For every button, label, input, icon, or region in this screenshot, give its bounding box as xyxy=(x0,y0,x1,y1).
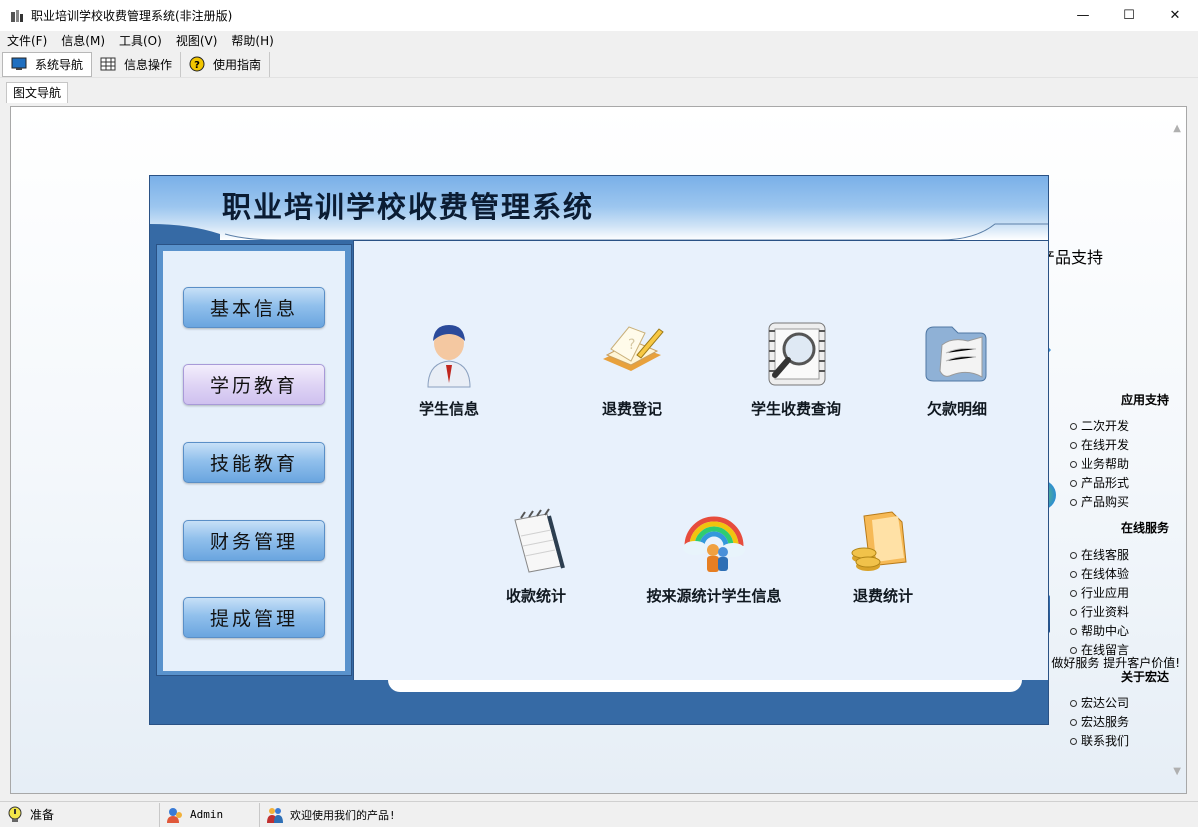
link-business-help[interactable]: 业务帮助 xyxy=(1070,455,1129,472)
menu-bar: 文件(F) 信息(M) 工具(O) 视图(V) 帮助(H) xyxy=(0,31,1198,51)
status-user-cell: Admin xyxy=(160,802,260,827)
info-operation-button[interactable]: 信息操作 xyxy=(92,51,182,77)
tile-receipt-stats-label: 收款统计 xyxy=(505,587,566,605)
tab-graphic-nav[interactable]: 图文导航 xyxy=(6,82,69,103)
user-guide-label: 使用指南 xyxy=(213,57,262,72)
section-online-service: 在线服务 xyxy=(1120,521,1169,535)
svg-text:?: ? xyxy=(194,60,200,71)
tile-source-stats-label: 按来源统计学生信息 xyxy=(646,587,782,605)
status-user-text: Admin xyxy=(190,808,224,821)
tile-student-info[interactable]: 学生信息 xyxy=(384,319,514,419)
tile-refund-register[interactable]: ? 退费登记 xyxy=(567,319,697,419)
link-industry-docs[interactable]: 行业资料 xyxy=(1070,603,1129,620)
menu-tools[interactable]: 工具(O) xyxy=(112,31,169,51)
svg-text:?: ? xyxy=(628,337,635,353)
status-welcome-cell: 欢迎使用我们的产品! xyxy=(260,803,396,827)
tile-fee-query[interactable]: 学生收费查询 xyxy=(731,319,861,419)
app-icon xyxy=(11,9,23,22)
link-online-dev[interactable]: 在线开发 xyxy=(1070,436,1129,453)
grid-icon xyxy=(100,57,116,71)
menu-view[interactable]: 视图(V) xyxy=(169,31,225,51)
close-button[interactable]: ✕ xyxy=(1152,0,1198,31)
nav-academic-edu-button[interactable]: 学历教育 xyxy=(183,364,325,405)
user-icon xyxy=(167,807,182,823)
minimize-button[interactable]: — xyxy=(1060,0,1106,31)
nav-basic-info-button[interactable]: 基本信息 xyxy=(183,287,325,328)
module-nav-panel: 基本信息 学历教育 技能教育 财务管理 提成管理 xyxy=(156,244,352,676)
menu-file[interactable]: 文件(F) xyxy=(0,31,54,51)
section-app-support: 应用支持 xyxy=(1120,393,1169,407)
status-ready-cell: 准备 xyxy=(0,802,160,827)
tile-arrears-detail-label: 欠款明细 xyxy=(926,400,987,418)
info-operation-label: 信息操作 xyxy=(124,57,173,72)
link-industry-apps[interactable]: 行业应用 xyxy=(1070,584,1129,601)
status-bar: 准备 Admin 欢迎使用我们的产品! xyxy=(0,801,1198,827)
user-guide-button[interactable]: ? 使用指南 xyxy=(181,51,271,77)
window-title: 职业培训学校收费管理系统(非注册版) xyxy=(31,9,233,23)
tip-bulb-icon xyxy=(8,806,22,822)
tile-student-info-label: 学生信息 xyxy=(418,400,479,418)
link-secondary-dev[interactable]: 二次开发 xyxy=(1070,417,1129,434)
link-online-trial[interactable]: 在线体验 xyxy=(1070,565,1129,582)
system-title: 职业培训学校收费管理系统 xyxy=(222,190,595,224)
help-icon: ? xyxy=(189,56,205,72)
title-bar: 职业培训学校收费管理系统(非注册版) — ☐ ✕ xyxy=(0,0,1198,31)
system-nav-button[interactable]: 系统导航 xyxy=(2,51,93,77)
fee-query-icon xyxy=(768,322,826,386)
monitor-icon xyxy=(11,57,27,70)
tab-strip: 图文导航 xyxy=(0,82,1198,103)
menu-info[interactable]: 信息(M) xyxy=(54,31,112,51)
link-company[interactable]: 宏达公司 xyxy=(1070,694,1129,711)
arrears-detail-icon xyxy=(925,326,987,382)
link-contact-us[interactable]: 联系我们 xyxy=(1070,732,1129,749)
tile-refund-register-label: 退费登记 xyxy=(601,400,662,418)
status-welcome-text: 欢迎使用我们的产品! xyxy=(290,808,396,822)
student-icon xyxy=(427,325,471,388)
nav-skill-edu-button[interactable]: 技能教育 xyxy=(183,442,325,483)
link-product-purchase[interactable]: 产品购买 xyxy=(1070,493,1129,510)
tile-source-stats[interactable]: 按来源统计学生信息 xyxy=(629,506,799,606)
source-stats-icon xyxy=(683,516,745,572)
tile-refund-stats[interactable]: 退费统计 xyxy=(818,506,948,606)
tile-arrears-detail[interactable]: 欠款明细 xyxy=(892,319,1022,419)
system-nav-label: 系统导航 xyxy=(35,57,84,72)
link-services[interactable]: 宏达服务 xyxy=(1070,713,1129,730)
function-icon-panel: 学生信息 ? 退费登记 学生收费查询 欠款明细 收款统计 按来源统计学生信息 退… xyxy=(353,240,1048,680)
link-product-form[interactable]: 产品形式 xyxy=(1070,474,1129,491)
tile-refund-stats-label: 退费统计 xyxy=(852,587,913,605)
status-ready-text: 准备 xyxy=(30,808,55,822)
users-group-icon xyxy=(267,807,283,823)
maximize-button[interactable]: ☐ xyxy=(1106,0,1152,31)
module-nav-inner: 基本信息 学历教育 技能教育 财务管理 提成管理 xyxy=(163,251,345,671)
tile-receipt-stats[interactable]: 收款统计 xyxy=(471,506,601,606)
navigation-header: 职业培训学校收费管理系统 xyxy=(150,176,1048,240)
menu-help[interactable]: 帮助(H) xyxy=(224,31,280,51)
tile-fee-query-label: 学生收费查询 xyxy=(750,400,841,418)
refund-stats-icon xyxy=(851,511,907,571)
toolbar: 系统导航 信息操作 ? 使用指南 xyxy=(0,51,1198,78)
receipt-stats-icon xyxy=(514,508,565,573)
scroll-down-icon[interactable]: ▼ xyxy=(1173,766,1181,777)
navigation-window: 职业培训学校收费管理系统 基本信息 学历教育 技能教育 财务管理 提成管理 学生… xyxy=(149,175,1049,725)
refund-register-icon: ? xyxy=(603,326,664,371)
link-help-center[interactable]: 帮助中心 xyxy=(1070,622,1129,639)
link-online-support[interactable]: 在线客服 xyxy=(1070,546,1129,563)
nav-commission-button[interactable]: 提成管理 xyxy=(183,597,325,638)
navigation-footer-decoration xyxy=(388,680,1022,692)
scroll-up-icon[interactable]: ▲ xyxy=(1173,123,1181,134)
nav-finance-button[interactable]: 财务管理 xyxy=(183,520,325,561)
